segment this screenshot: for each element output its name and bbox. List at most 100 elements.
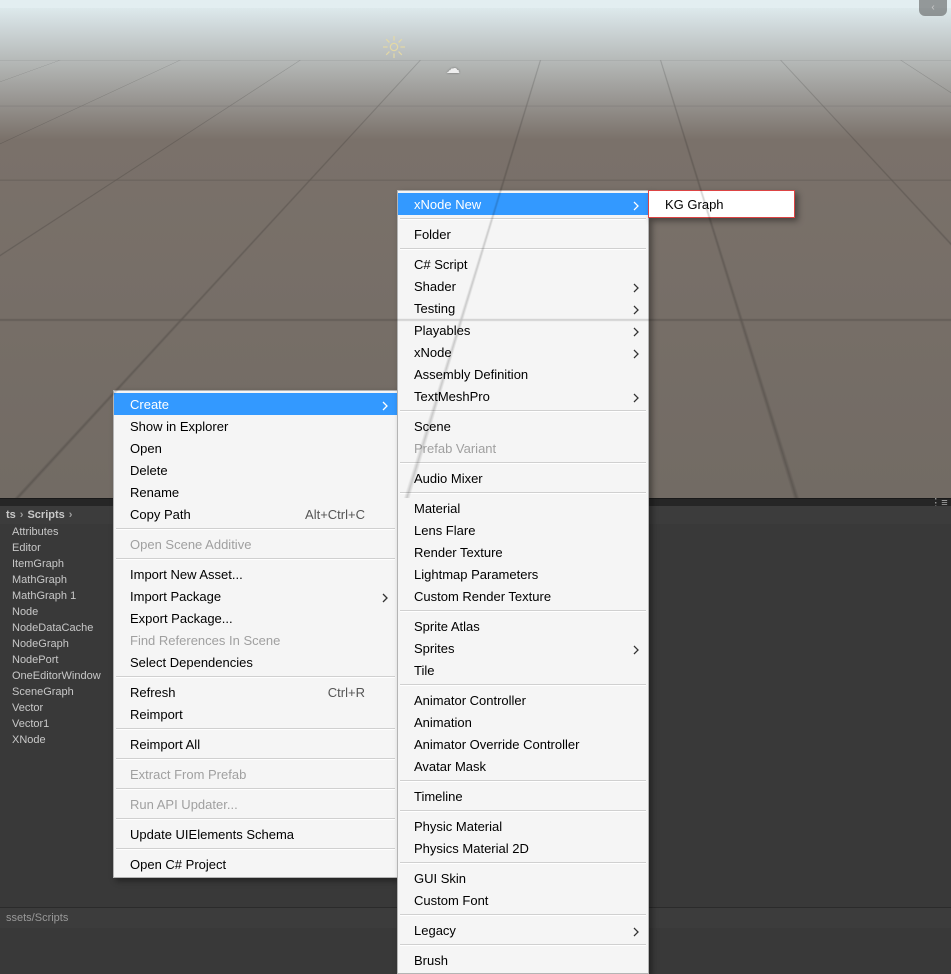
xnode-new-submenu: KG Graph bbox=[648, 190, 795, 218]
context-menu-item[interactable]: Reimport All bbox=[114, 733, 397, 755]
menu-item-label: Copy Path bbox=[130, 507, 275, 522]
menu-item-label: Brush bbox=[414, 953, 616, 968]
directional-light-gizmo[interactable] bbox=[383, 36, 405, 58]
menu-item-label: xNode New bbox=[414, 197, 616, 212]
menu-item-label: Scene bbox=[414, 419, 616, 434]
menu-separator bbox=[400, 862, 646, 864]
menu-separator bbox=[116, 818, 395, 820]
context-menu-item[interactable]: RefreshCtrl+R bbox=[114, 681, 397, 703]
context-menu-item[interactable]: Import Package bbox=[114, 585, 397, 607]
menu-item-label: Custom Font bbox=[414, 893, 616, 908]
context-menu-item[interactable]: Update UIElements Schema bbox=[114, 823, 397, 845]
menu-separator bbox=[400, 218, 646, 220]
menu-item-label: Create bbox=[130, 397, 365, 412]
breadcrumb-part[interactable]: ts bbox=[2, 509, 20, 521]
menu-item-label: Open C# Project bbox=[130, 857, 365, 872]
create-menu-item[interactable]: Timeline bbox=[398, 785, 648, 807]
create-menu-item[interactable]: Render Texture bbox=[398, 541, 648, 563]
menu-item-label: xNode bbox=[414, 345, 616, 360]
create-menu-item[interactable]: TextMeshPro bbox=[398, 385, 648, 407]
menu-item-shortcut: Alt+Ctrl+C bbox=[305, 507, 365, 522]
context-menu-item[interactable]: Rename bbox=[114, 481, 397, 503]
create-menu-item[interactable]: Animator Override Controller bbox=[398, 733, 648, 755]
create-menu-item[interactable]: Material bbox=[398, 497, 648, 519]
context-menu-item[interactable]: Reimport bbox=[114, 703, 397, 725]
menu-item-label: C# Script bbox=[414, 257, 616, 272]
create-menu-item[interactable]: Playables bbox=[398, 319, 648, 341]
create-menu-item[interactable]: Animation bbox=[398, 711, 648, 733]
menu-item-shortcut: Ctrl+R bbox=[328, 685, 365, 700]
create-menu-item[interactable]: Physic Material bbox=[398, 815, 648, 837]
menu-item-label: Testing bbox=[414, 301, 616, 316]
create-menu-item: Prefab Variant bbox=[398, 437, 648, 459]
menu-item-label: Import Package bbox=[130, 589, 365, 604]
menu-item-label: Lens Flare bbox=[414, 523, 616, 538]
menu-separator bbox=[400, 248, 646, 250]
menu-item-label: Physics Material 2D bbox=[414, 841, 616, 856]
menu-item-label: GUI Skin bbox=[414, 871, 616, 886]
menu-item-label: Avatar Mask bbox=[414, 759, 616, 774]
orientation-gizmo-tab[interactable]: ‹ bbox=[919, 0, 947, 16]
create-menu-item[interactable]: Shader bbox=[398, 275, 648, 297]
breadcrumb-part[interactable]: Scripts bbox=[23, 509, 68, 521]
context-menu-item[interactable]: Delete bbox=[114, 459, 397, 481]
menu-item-label: Rename bbox=[130, 485, 365, 500]
menu-item-label: Assembly Definition bbox=[414, 367, 616, 382]
context-menu-item: Find References In Scene bbox=[114, 629, 397, 651]
menu-item-label: Import New Asset... bbox=[130, 567, 365, 582]
context-menu-item[interactable]: Import New Asset... bbox=[114, 563, 397, 585]
menu-item-label: Lightmap Parameters bbox=[414, 567, 616, 582]
create-menu-item[interactable]: xNode New bbox=[398, 193, 648, 215]
menu-item-label: Render Texture bbox=[414, 545, 616, 560]
xnode-new-menu-item[interactable]: KG Graph bbox=[649, 193, 794, 215]
create-menu-item[interactable]: Physics Material 2D bbox=[398, 837, 648, 859]
menu-item-label: TextMeshPro bbox=[414, 389, 616, 404]
create-menu-item[interactable]: Avatar Mask bbox=[398, 755, 648, 777]
create-menu-item[interactable]: GUI Skin bbox=[398, 867, 648, 889]
create-menu-item[interactable]: Custom Font bbox=[398, 889, 648, 911]
create-menu-item[interactable]: Legacy bbox=[398, 919, 648, 941]
menu-item-label: Reimport All bbox=[130, 737, 365, 752]
create-menu-item[interactable]: Lens Flare bbox=[398, 519, 648, 541]
menu-item-label: Delete bbox=[130, 463, 365, 478]
create-menu-item[interactable]: Audio Mixer bbox=[398, 467, 648, 489]
cloud-gizmo[interactable]: ☁ bbox=[446, 60, 460, 77]
context-menu-item[interactable]: Copy Path Alt+Ctrl+C bbox=[114, 503, 397, 525]
menu-separator bbox=[400, 462, 646, 464]
context-menu-item[interactable]: Create bbox=[114, 393, 397, 415]
create-menu-item[interactable]: Sprites bbox=[398, 637, 648, 659]
menu-item-label: Extract From Prefab bbox=[130, 767, 365, 782]
menu-item-label: KG Graph bbox=[665, 197, 762, 212]
context-menu-item[interactable]: Open bbox=[114, 437, 397, 459]
create-menu-item[interactable]: Scene bbox=[398, 415, 648, 437]
menu-item-label: Tile bbox=[414, 663, 616, 678]
menu-item-label: Animation bbox=[414, 715, 616, 730]
context-menu-item[interactable]: Select Dependencies bbox=[114, 651, 397, 673]
create-menu-item[interactable]: Brush bbox=[398, 949, 648, 971]
menu-item-label: Update UIElements Schema bbox=[130, 827, 365, 842]
context-menu-item[interactable]: Show in Explorer bbox=[114, 415, 397, 437]
create-menu-item[interactable]: Assembly Definition bbox=[398, 363, 648, 385]
context-menu-item[interactable]: Export Package... bbox=[114, 607, 397, 629]
menu-item-label: Timeline bbox=[414, 789, 616, 804]
create-menu-item[interactable]: Testing bbox=[398, 297, 648, 319]
menu-item-label: Open Scene Additive bbox=[130, 537, 365, 552]
menu-item-label: Run API Updater... bbox=[130, 797, 365, 812]
context-menu-item: Extract From Prefab bbox=[114, 763, 397, 785]
menu-item-label: Custom Render Texture bbox=[414, 589, 616, 604]
menu-item-label: Sprites bbox=[414, 641, 616, 656]
menu-item-label: Material bbox=[414, 501, 616, 516]
create-menu-item[interactable]: C# Script bbox=[398, 253, 648, 275]
create-menu-item[interactable]: Animator Controller bbox=[398, 689, 648, 711]
create-menu-item[interactable]: xNode bbox=[398, 341, 648, 363]
create-menu-item[interactable]: Custom Render Texture bbox=[398, 585, 648, 607]
create-menu-item[interactable]: Sprite Atlas bbox=[398, 615, 648, 637]
submenu-arrow-icon bbox=[632, 303, 640, 313]
menu-item-label: Sprite Atlas bbox=[414, 619, 616, 634]
create-menu-item[interactable]: Folder bbox=[398, 223, 648, 245]
context-menu-item[interactable]: Open C# Project bbox=[114, 853, 397, 875]
create-menu-item[interactable]: Tile bbox=[398, 659, 648, 681]
submenu-arrow-icon bbox=[632, 281, 640, 291]
create-menu-item[interactable]: Lightmap Parameters bbox=[398, 563, 648, 585]
menu-item-label: Export Package... bbox=[130, 611, 365, 626]
